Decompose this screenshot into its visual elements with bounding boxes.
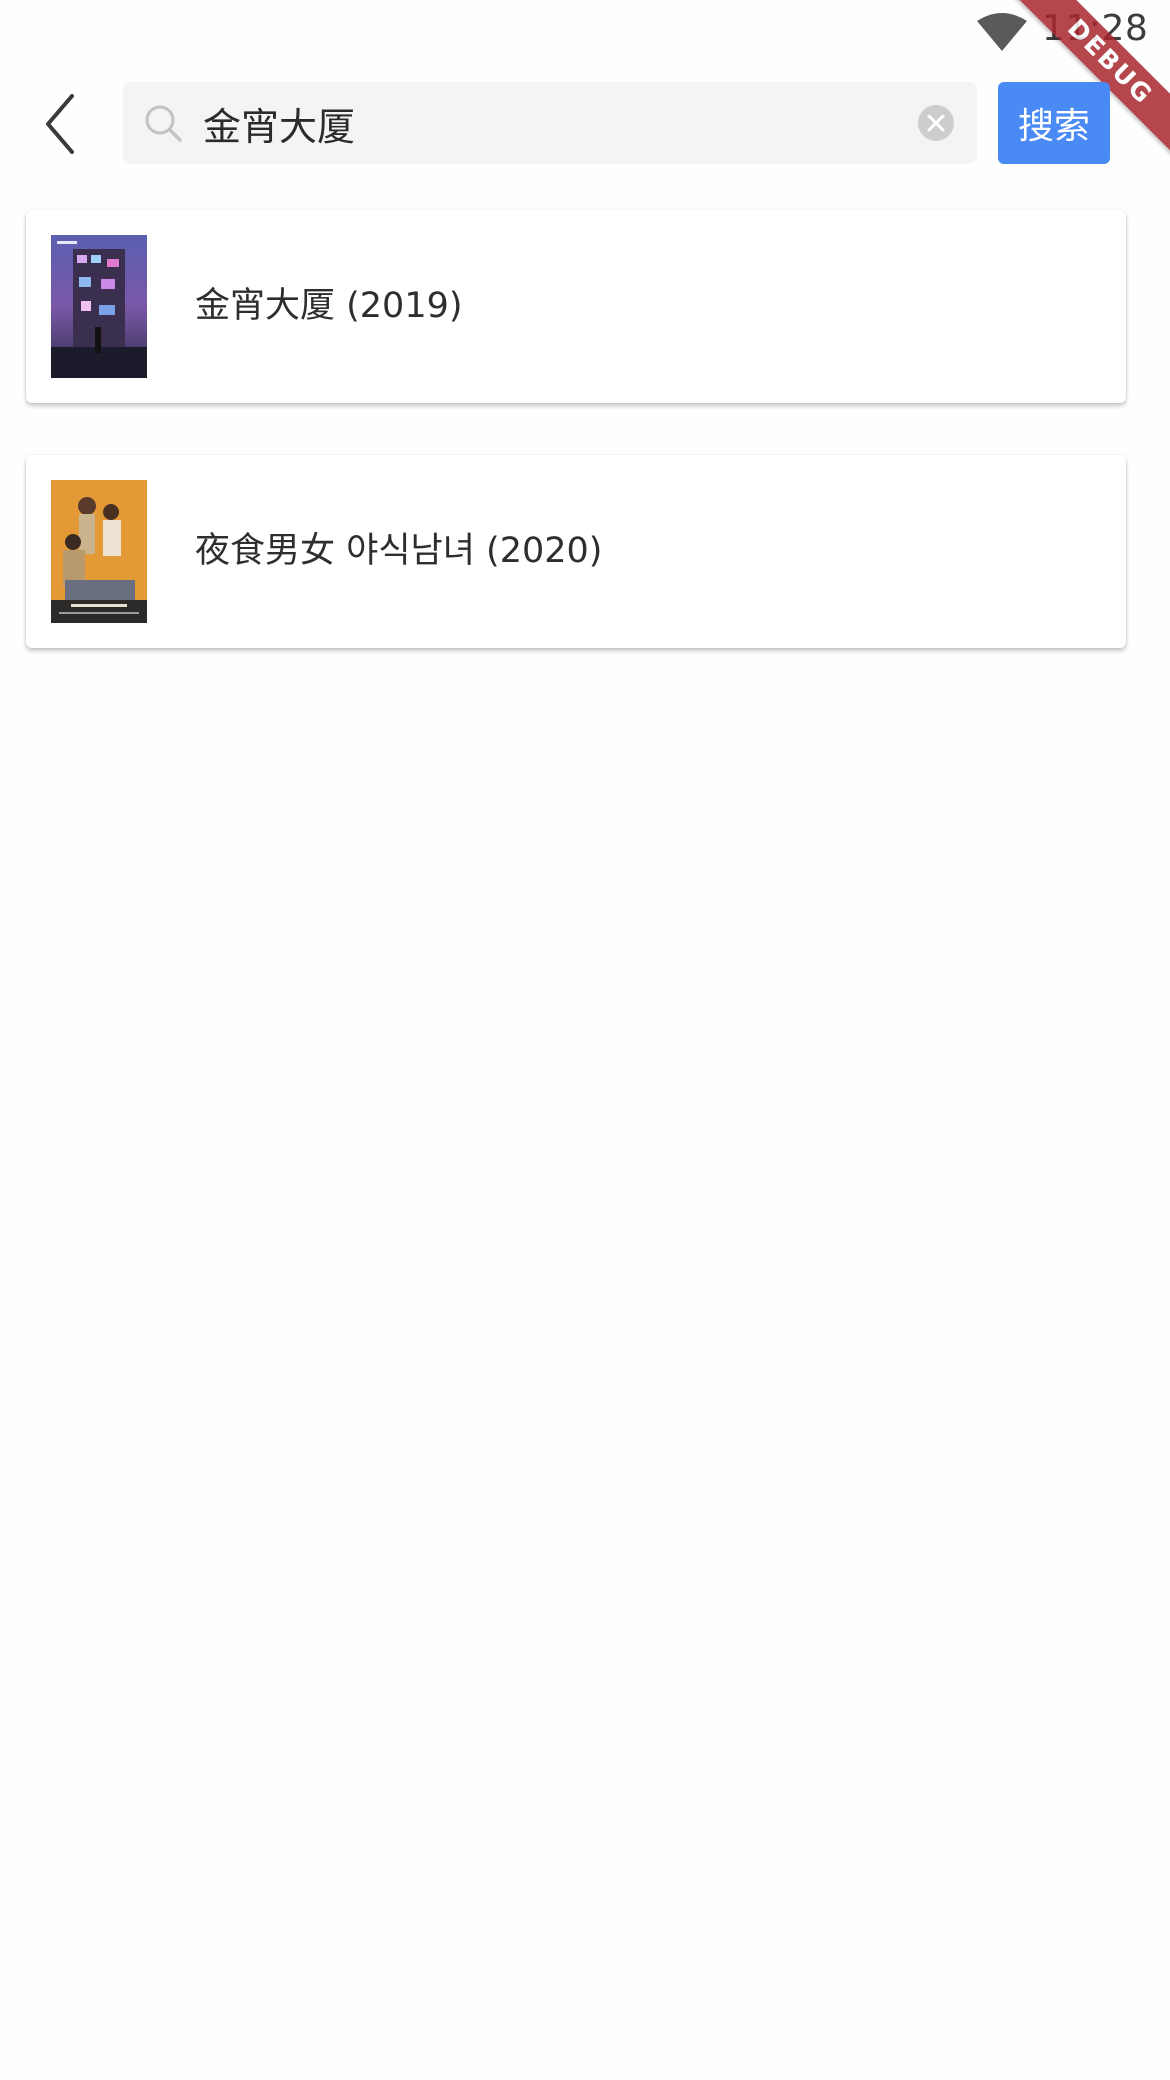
chevron-left-icon <box>46 94 74 154</box>
search-input[interactable] <box>203 82 883 164</box>
search-box <box>123 82 977 164</box>
search-button[interactable]: 搜索 <box>998 82 1110 164</box>
back-button[interactable] <box>32 90 96 158</box>
result-list: 金宵大厦 (2019) 夜食男女 야식남녀 (2020) <box>26 210 1126 700</box>
poster-thumbnail <box>51 480 147 623</box>
result-title: 夜食男女 야식남녀 (2020) <box>195 531 603 571</box>
poster-thumbnail <box>51 235 147 378</box>
result-card[interactable]: 夜食男女 야식남녀 (2020) <box>26 455 1126 648</box>
wifi-icon <box>977 13 1027 51</box>
search-icon <box>145 105 182 142</box>
status-bar: 11:28 <box>0 0 1170 64</box>
result-card[interactable]: 金宵大厦 (2019) <box>26 210 1126 403</box>
result-title: 金宵大厦 (2019) <box>195 286 463 326</box>
search-screen: 11:28 DEBUG 搜索 <box>0 0 1170 2080</box>
clear-circle-icon[interactable] <box>918 105 954 141</box>
